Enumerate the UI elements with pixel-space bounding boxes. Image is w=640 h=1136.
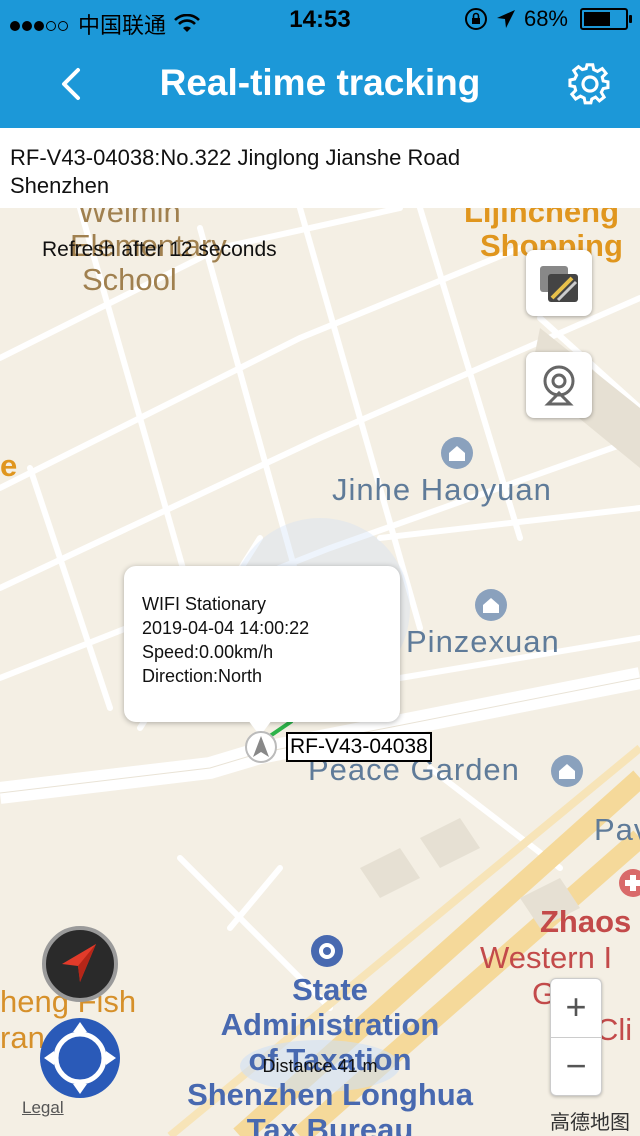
- compass-button[interactable]: [42, 926, 118, 1002]
- government-poi-icon: [311, 935, 343, 967]
- status-bar: 中国联通 14:53 68%: [0, 0, 640, 40]
- settings-button[interactable]: [568, 62, 612, 106]
- page-title: Real-time tracking: [159, 62, 481, 103]
- camera-icon: [543, 365, 575, 406]
- legal-link[interactable]: Legal: [22, 1098, 64, 1118]
- map-label-lijincheng: Lijincheng: [464, 208, 619, 229]
- popup-speed: Speed:0.00km/h: [142, 642, 274, 662]
- address-line-2: Shenzhen: [10, 173, 110, 198]
- distance-readout: Distance 41 m: [262, 1056, 378, 1076]
- zoom-out-button[interactable]: −: [551, 1038, 601, 1096]
- location-arrow-icon: [496, 10, 515, 28]
- map-label-tax-bureau: State Administration of Taxation Shenzhe…: [150, 972, 510, 1136]
- rotation-lock-icon: [464, 8, 487, 30]
- device-info-popup[interactable]: WIFI Stationary 2019-04-04 14:00:22 Spee…: [124, 566, 400, 722]
- hospital-poi-icon: [619, 869, 640, 897]
- home-poi-icon: [441, 437, 473, 469]
- map-label-school: School: [82, 262, 177, 297]
- home-poi-icon: [551, 755, 583, 787]
- map-label-pav: Pav: [594, 812, 640, 847]
- map-label-weimin: Weimin: [78, 208, 181, 229]
- gear-icon: [568, 63, 610, 105]
- popup-status: WIFI Stationary: [142, 594, 267, 614]
- map-label-western: Western I: [480, 940, 613, 975]
- map-layers-icon: [540, 266, 578, 302]
- device-label: RF-V43-04038: [286, 732, 432, 762]
- map-label-pinzexuan: Pinzexuan: [406, 624, 560, 659]
- map-label-zhaos: Zhaos: [540, 904, 632, 939]
- home-poi-icon: [475, 589, 507, 621]
- status-right: 68%: [464, 6, 632, 32]
- map-label-edge-e: e: [0, 448, 18, 483]
- zoom-control: + −: [550, 978, 602, 1096]
- popup-direction: Direction:North: [142, 666, 263, 686]
- device-marker-icon[interactable]: [244, 730, 278, 764]
- refresh-countdown: Refresh after 12 seconds: [42, 238, 277, 261]
- map-provider-logo: 高德地图: [550, 1112, 630, 1134]
- address-line-1: RF-V43-04038:No.322 Jinglong Jianshe Roa…: [10, 145, 461, 170]
- nav-bar: Real-time tracking: [0, 40, 640, 128]
- address-panel: RF-V43-04038:No.322 Jinglong Jianshe Roa…: [0, 128, 640, 208]
- zoom-in-button[interactable]: +: [551, 979, 601, 1038]
- tax-label-line-4: Shenzhen Longhua: [187, 1077, 473, 1112]
- map-layer-button[interactable]: [526, 250, 592, 316]
- battery-icon: [580, 8, 632, 30]
- navigation-arrow-icon: [62, 944, 96, 982]
- street-view-button[interactable]: [526, 352, 592, 418]
- tax-label-line-5: Tax Bureau: [246, 1112, 414, 1136]
- map-label-jinhe-haoyuan: Jinhe Haoyuan: [332, 472, 552, 507]
- popup-datetime: 2019-04-04 14:00:22: [142, 618, 310, 638]
- map-view[interactable]: Weimin Elementary School Lijincheng Shop…: [0, 208, 640, 1136]
- tax-label-line-1: State: [292, 972, 368, 1007]
- tax-label-line-2: Administration: [220, 1007, 440, 1042]
- battery-percent: 68%: [523, 6, 568, 31]
